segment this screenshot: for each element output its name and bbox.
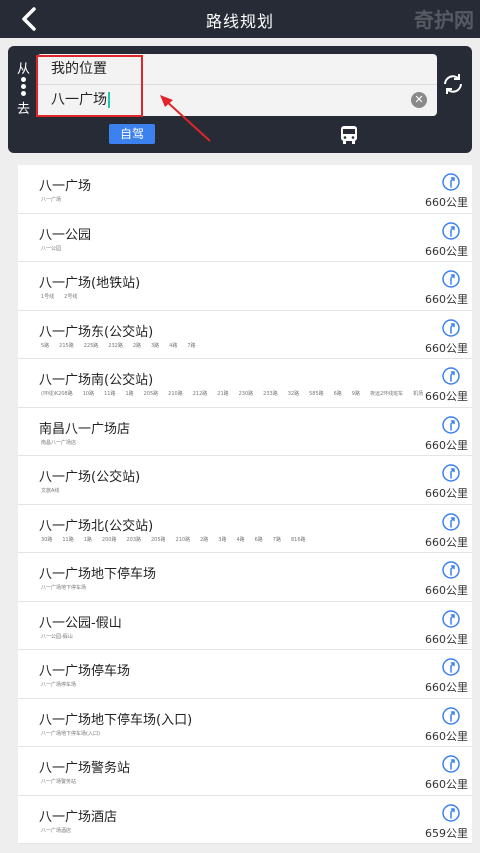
result-distance: 660公里 <box>425 390 468 403</box>
result-subtitle: 文旅A线 <box>41 488 60 494</box>
to-label: 去 <box>17 102 31 117</box>
result-name: 八一公园 <box>39 227 92 243</box>
navigate-icon[interactable] <box>442 270 460 288</box>
result-distance: 660公里 <box>425 584 468 597</box>
navigate-icon[interactable] <box>442 609 460 628</box>
navigate-icon[interactable] <box>442 512 460 531</box>
result-distance: 660公里 <box>425 438 468 452</box>
clear-input-button[interactable]: ✕ <box>411 92 427 108</box>
annotation-highlight-box <box>36 55 143 117</box>
result-subtitle: 南昌八一广场店 <box>41 439 77 446</box>
result-name: 八一广场南(公交站) <box>39 373 154 388</box>
navigate-icon[interactable] <box>442 415 460 434</box>
list-item[interactable]: 八一广场地下停车场(入口) 八一广场地下停车场(入口) 660公里 <box>18 699 472 747</box>
navigate-icon[interactable] <box>442 221 460 240</box>
result-distance: 660公里 <box>425 196 468 209</box>
navigate-icon[interactable] <box>442 755 460 773</box>
navigate-icon[interactable] <box>442 706 460 725</box>
result-subtitle: 八一广场地下停车场 <box>41 585 87 591</box>
result-subtitle: (环线)K208路 10路 11路 1路 205路 210路 212路 21路 … <box>41 391 424 397</box>
result-name: 八一广场北(公交站) <box>39 518 154 534</box>
result-distance: 660公里 <box>425 535 468 549</box>
list-item[interactable]: 八一广场(公交站) 文旅A线 660公里 <box>18 456 472 505</box>
list-item[interactable]: 八一广场东(公交站) 5路 215路 225路 232路 2路 3路 4路 7路 6… <box>18 311 472 359</box>
result-name: 八一广场地下停车场 <box>39 567 157 582</box>
result-distance: 660公里 <box>425 632 468 646</box>
list-item[interactable]: 八一广场南(公交站) (环线)K208路 10路 11路 1路 205路 210路… <box>18 359 472 408</box>
tab-drive[interactable]: 自驾 <box>109 124 155 144</box>
swap-route-icon[interactable] <box>441 72 465 96</box>
result-name: 八一广场酒店 <box>39 809 118 825</box>
navigate-icon[interactable] <box>442 318 460 337</box>
page-title: 路线规划 <box>205 12 274 31</box>
result-name: 八一广场东(公交站) <box>39 324 154 340</box>
list-item[interactable]: 八一广场酒店 八一广场酒店 659公里 <box>18 796 472 844</box>
result-name: 八一广场停车场 <box>39 664 131 679</box>
travel-mode-tabs: 自驾 <box>8 124 472 148</box>
watermark: 奇护网 <box>414 8 474 32</box>
result-distance: 660公里 <box>425 244 468 258</box>
route-dots-icon <box>21 77 26 98</box>
result-name: 八一广场警务站 <box>39 761 131 776</box>
result-name: 八一广场(地铁站) <box>39 276 141 291</box>
result-distance: 660公里 <box>425 729 468 743</box>
annotation-arrow-icon <box>160 95 211 142</box>
result-subtitle: 30路 11路 1路 200路 203路 205路 210路 2路 3路 4路 … <box>41 536 306 543</box>
from-label: 从 <box>17 62 31 77</box>
result-distance: 660公里 <box>425 778 468 791</box>
list-item[interactable]: 八一公园 八一公园 660公里 <box>18 214 472 262</box>
result-subtitle: 八一广场警务站 <box>41 779 77 785</box>
list-item[interactable]: 八一广场 八一广场 660公里 <box>18 165 472 214</box>
list-item[interactable]: 八一广场(地铁站) 1号线 2号线 660公里 <box>18 262 472 311</box>
navigate-icon[interactable] <box>442 658 460 676</box>
navigate-icon[interactable] <box>442 561 460 579</box>
list-item[interactable]: 八一公园-假山 八一公园-假山 660公里 <box>18 602 472 650</box>
search-results-list: 八一广场 八一广场 660公里 八一公园 八一公园 660公里 八一广场(地铁站) 1号线 2… <box>18 165 472 844</box>
result-subtitle: 八一公园-假山 <box>41 633 73 640</box>
navigate-icon[interactable] <box>442 464 460 482</box>
result-subtitle: 5路 215路 225路 232路 2路 3路 4路 7路 <box>41 342 196 349</box>
result-distance: 659公里 <box>425 826 468 840</box>
result-distance: 660公里 <box>425 487 468 500</box>
list-item[interactable]: 八一广场警务站 八一广场警务站 660公里 <box>18 747 472 796</box>
result-distance: 660公里 <box>425 341 468 355</box>
result-subtitle: 八一公园 <box>41 245 62 252</box>
result-subtitle: 八一广场酒店 <box>41 827 72 834</box>
result-distance: 660公里 <box>425 681 468 694</box>
result-subtitle: 八一广场地下停车场(入口) <box>41 730 100 737</box>
result-subtitle: 1号线 2号线 <box>41 294 78 300</box>
result-name: 八一公园-假山 <box>39 615 122 631</box>
bus-icon[interactable] <box>338 125 360 145</box>
navigate-icon[interactable] <box>442 173 460 191</box>
result-name: 八一广场 <box>39 179 92 194</box>
list-item[interactable]: 八一广场停车场 八一广场停车场 660公里 <box>18 650 472 699</box>
navigate-icon[interactable] <box>442 803 460 822</box>
result-subtitle: 八一广场 <box>41 197 62 203</box>
result-name: 南昌八一广场店 <box>39 421 131 437</box>
list-item[interactable]: 八一广场地下停车场 八一广场地下停车场 660公里 <box>18 553 472 602</box>
result-name: 八一广场地下停车场(入口) <box>39 712 193 728</box>
result-distance: 660公里 <box>425 293 468 306</box>
list-item[interactable]: 八一广场北(公交站) 30路 11路 1路 200路 203路 205路 210路… <box>18 505 472 553</box>
result-name: 八一广场(公交站) <box>39 470 141 485</box>
navigate-icon[interactable] <box>442 367 460 385</box>
result-subtitle: 八一广场停车场 <box>41 682 77 688</box>
top-bar: 路线规划 奇护网 <box>0 0 480 38</box>
list-item[interactable]: 南昌八一广场店 南昌八一广场店 660公里 <box>18 408 472 456</box>
